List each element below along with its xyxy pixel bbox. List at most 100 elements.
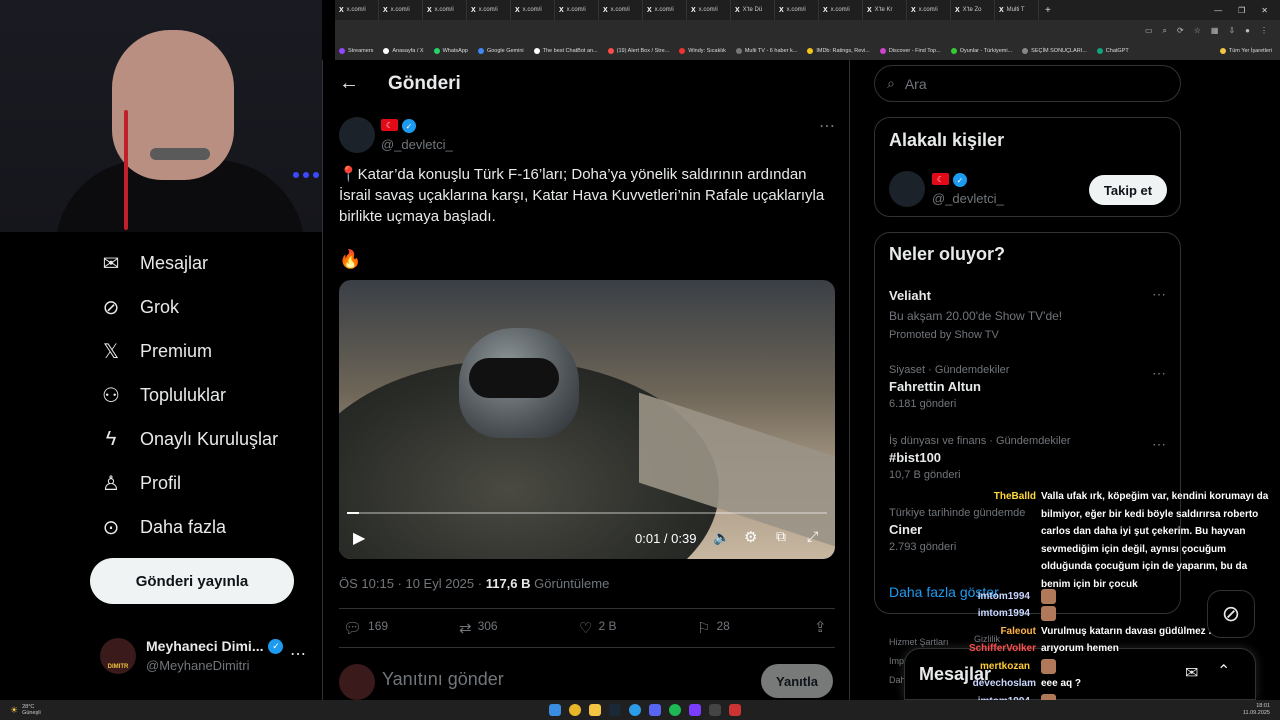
browser-tab[interactable]: Xx.com/i — [775, 0, 819, 20]
share-icon[interactable]: ⇪ — [814, 618, 827, 636]
author-avatar[interactable] — [339, 117, 375, 153]
reply-action[interactable]: 💬︎ 169 — [343, 619, 388, 637]
author-handle[interactable]: @_devletci_ — [381, 137, 453, 152]
nav-item-grok[interactable]: ⊘ Grok — [100, 296, 179, 319]
bookmark-item[interactable]: (19) Alert Box / Stre... — [607, 48, 669, 54]
avatar: DIMITR — [100, 638, 136, 674]
video-progress-track[interactable] — [347, 512, 827, 514]
stream-dots — [293, 172, 319, 178]
bookmark-item[interactable]: Discover - Find Top... — [879, 48, 941, 54]
bookmark-item[interactable]: Google Gemini — [477, 48, 524, 54]
bookmark-item[interactable]: Tüm Yer İşaretleri — [1219, 48, 1280, 54]
nav-item-premium[interactable]: 𝕏 Premium — [100, 340, 212, 363]
nav-item-label: Profil — [140, 472, 182, 493]
bookmark-item[interactable]: Multi TV - 6 haber k... — [735, 48, 797, 54]
translate-icon[interactable]: ⟳ — [1177, 26, 1184, 36]
browser-tab[interactable]: Xx.com/i — [555, 0, 599, 20]
downloads-icon[interactable]: ⇩ — [1228, 26, 1235, 36]
browser-tab[interactable]: Xx.com/i — [511, 0, 555, 20]
browser-tab[interactable]: Xx.com/i — [379, 0, 423, 20]
browser-tab-label: x.com/i — [786, 7, 806, 13]
weather-widget[interactable]: ☀ 28°C Güneşli — [0, 704, 41, 716]
play-icon[interactable]: ▶ — [353, 528, 365, 548]
star-icon[interactable]: ☆ — [1194, 26, 1201, 36]
menu-icon[interactable]: ⋮ — [1260, 26, 1268, 36]
fullscreen-icon[interactable]: ⤢ — [807, 528, 818, 545]
address-bar[interactable]: ▭ ⌕ ⟳ ☆ ▦ ⇩ ● ⋮ — [335, 20, 1280, 42]
maximize-icon[interactable]: ❐ — [1238, 6, 1245, 15]
nav-item-topluluklar[interactable]: ⚇ Topluluklar — [100, 384, 226, 407]
zoom-icon[interactable]: ⌕ — [1163, 26, 1167, 36]
edge-icon[interactable] — [629, 704, 641, 716]
tweet-more-icon[interactable]: ⋯ — [819, 116, 835, 136]
trend-more-icon[interactable]: ⋯ — [1152, 436, 1166, 453]
tweet-video[interactable]: ▶ 0:01 / 0:39 🔈 ⚙ ⧉ ⤢ — [339, 280, 835, 559]
trend-more-icon[interactable]: ⋯ — [1152, 365, 1166, 382]
volume-icon[interactable]: 🔈 — [713, 529, 730, 546]
bookmark-item[interactable]: Oyunlar - Türkiyemi... — [950, 48, 1012, 54]
explorer-icon[interactable] — [589, 704, 601, 716]
post-button[interactable]: Gönderi yayınla — [90, 558, 294, 604]
app-icon[interactable] — [729, 704, 741, 716]
browser-tab[interactable]: Xx.com/i — [643, 0, 687, 20]
cast-icon[interactable]: ▭ — [1145, 26, 1153, 36]
browser-tab[interactable]: X X'te Dü — [731, 0, 775, 20]
close-window-icon[interactable]: ✕ — [1261, 6, 1268, 15]
start-icon[interactable] — [549, 704, 561, 716]
related-avatar[interactable] — [889, 171, 925, 207]
reply-button[interactable]: Yanıtla — [761, 664, 833, 698]
bookmark-item[interactable]: The best ChatBot an... — [533, 48, 598, 54]
bookmark-item[interactable]: Windy: Sıcaklık — [679, 48, 726, 54]
browser-tab[interactable]: Xx.com/i — [335, 0, 379, 20]
profile-icon[interactable]: ● — [1245, 26, 1250, 36]
retweet-action[interactable]: ⇄ 306 — [459, 619, 498, 637]
extensions-icon[interactable]: ▦ — [1211, 26, 1219, 36]
trend-item[interactable]: İş dünyası ve finans · Gündemdekiler #bi… — [889, 435, 1169, 481]
search-box[interactable]: ⌕ Ara — [874, 65, 1181, 102]
browser-tab[interactable]: X X'te Zo — [951, 0, 995, 20]
bookmark-item[interactable]: IMDb: Ratings, Revi... — [807, 48, 870, 54]
nav-item-daha-fazla[interactable]: ⊙ Daha fazla — [100, 516, 226, 539]
back-arrow-icon[interactable]: ← — [339, 72, 359, 95]
account-more-icon[interactable]: ⋯ — [290, 644, 306, 664]
follow-button[interactable]: Takip et — [1089, 175, 1167, 205]
bookmark-item[interactable]: ChatGPT — [1096, 48, 1129, 54]
nav-item-onaylı-kuruluşlar[interactable]: ϟ Onaylı Kuruluşlar — [100, 428, 278, 450]
app-icon[interactable] — [709, 704, 721, 716]
browser-tab[interactable]: Xx.com/i — [819, 0, 863, 20]
browser-tab[interactable]: Xx.com/i — [687, 0, 731, 20]
nav-item-profil[interactable]: ♙ Profil — [100, 472, 182, 495]
browser-tab[interactable]: Xx.com/i — [907, 0, 951, 20]
bookmark-item[interactable]: Streamers — [339, 48, 373, 54]
like-action[interactable]: ♡ 2 B — [579, 619, 616, 637]
browser-tab[interactable]: Xx.com/i — [467, 0, 511, 20]
tweet-timestamp: ÖS 10:15 · 10 Eyl 2025 · — [339, 576, 486, 591]
bookmark-item[interactable]: Anasayfa / X — [383, 48, 424, 54]
new-tab-button[interactable]: + — [1045, 5, 1051, 16]
settings-icon[interactable]: ⚙ — [744, 528, 757, 546]
bookmark-action[interactable]: ⚐ 28 — [697, 619, 730, 637]
nav-item-mesajlar[interactable]: ✉ Mesajlar — [100, 252, 208, 275]
trend-item[interactable]: Siyaset · Gündemdekiler Fahrettin Altun … — [889, 364, 1169, 410]
envelope-icon: ✉ — [102, 252, 120, 275]
browser-tab[interactable]: Xx.com/i — [423, 0, 467, 20]
bookmark-item[interactable]: WhatsApp — [433, 48, 468, 54]
steam-icon[interactable] — [609, 704, 621, 716]
trend-more-icon[interactable]: ⋯ — [1152, 286, 1166, 303]
reply-input[interactable]: Yanıtını gönder — [382, 669, 504, 690]
pip-icon[interactable]: ⧉ — [776, 528, 786, 545]
bookmark-item[interactable]: SEÇİM SONUÇLARI... — [1022, 48, 1087, 54]
x-logo-icon: X — [735, 6, 740, 14]
account-switcher[interactable]: DIMITR Meyhaneci Dimi... ✓ @MeyhaneDimit… — [100, 636, 320, 680]
chrome-icon[interactable] — [569, 704, 581, 716]
browser-tab[interactable]: Xx.com/i — [599, 0, 643, 20]
trend-item[interactable]: Veliaht Bu akşam 20.00'de Show TV'de! Pr… — [889, 288, 1169, 341]
clock[interactable]: 18:01 11.09.2025 — [1243, 703, 1270, 717]
browser-tab[interactable]: X X'te Kr — [863, 0, 907, 20]
discord-icon[interactable] — [649, 704, 661, 716]
browser-tab[interactable]: X Multi T — [995, 0, 1039, 20]
related-handle[interactable]: @_devletci_ — [932, 191, 1004, 206]
minimize-icon[interactable]: — — [1214, 6, 1222, 15]
spotify-icon[interactable] — [669, 704, 681, 716]
app-icon[interactable] — [689, 704, 701, 716]
